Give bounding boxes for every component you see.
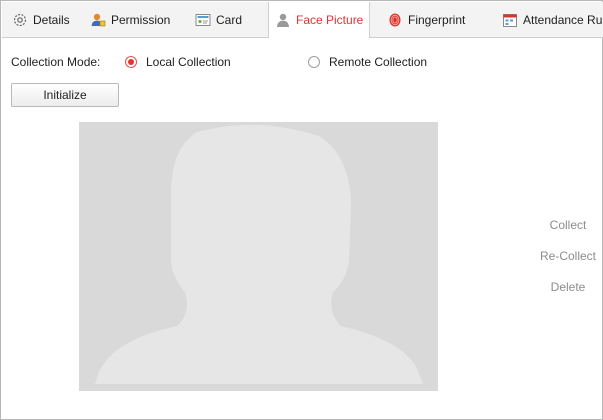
delete-button[interactable]: Delete	[528, 280, 603, 294]
collection-mode-label: Collection Mode:	[11, 55, 101, 69]
tab-details-label: Details	[33, 12, 70, 27]
tab-fingerprint[interactable]: Fingerprint	[381, 2, 471, 37]
local-collection-radio[interactable]	[125, 56, 137, 68]
tab-bar: Details Permission Card Face Picture Fin…	[2, 2, 603, 38]
tab-details[interactable]: Details	[6, 2, 76, 37]
tab-attendance-rule-label: Attendance Rul	[523, 12, 603, 27]
remote-collection-radio[interactable]	[308, 56, 320, 68]
fingerprint-icon	[387, 12, 403, 28]
calendar-icon	[502, 12, 518, 28]
tab-face-picture[interactable]: Face Picture	[268, 2, 371, 38]
gear-icon	[12, 12, 28, 28]
collection-mode-row: Collection Mode: Local Collection Remote…	[11, 53, 427, 71]
person-icon	[275, 12, 291, 28]
tab-face-picture-label: Face Picture	[296, 13, 364, 27]
person-silhouette-icon	[95, 124, 423, 384]
tab-card[interactable]: Card	[189, 2, 248, 37]
collect-button[interactable]: Collect	[528, 218, 603, 232]
recollect-button[interactable]: Re-Collect	[528, 249, 603, 263]
tab-attendance-rule[interactable]: Attendance Rul	[496, 2, 603, 37]
user-lock-icon	[90, 12, 106, 28]
tab-card-label: Card	[216, 12, 243, 27]
card-icon	[195, 12, 211, 28]
local-collection-label[interactable]: Local Collection	[146, 55, 308, 69]
tab-fingerprint-label: Fingerprint	[408, 12, 466, 27]
tab-permission[interactable]: Permission	[84, 2, 176, 37]
initialize-button[interactable]: Initialize	[11, 83, 119, 107]
face-picture-placeholder	[79, 122, 438, 391]
tab-permission-label: Permission	[111, 12, 171, 27]
person-edit-panel: Details Permission Card Face Picture Fin…	[0, 0, 603, 420]
remote-collection-label[interactable]: Remote Collection	[329, 55, 427, 69]
